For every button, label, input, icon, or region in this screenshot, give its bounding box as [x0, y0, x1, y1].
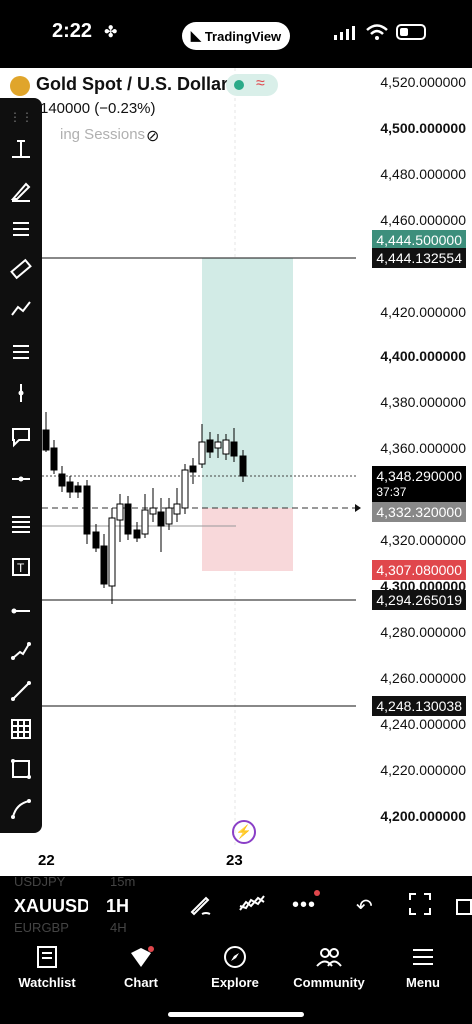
- rectangle-tool-icon[interactable]: [6, 754, 36, 784]
- callout-tool-icon[interactable]: [6, 422, 36, 452]
- green-dot-icon: [234, 80, 244, 90]
- tab-watchlist[interactable]: Watchlist: [0, 932, 94, 1002]
- tab-label: Explore: [211, 974, 259, 990]
- brush-tool-icon[interactable]: [6, 176, 36, 206]
- community-icon: [316, 947, 342, 967]
- cross-line-tool-icon[interactable]: [6, 134, 36, 164]
- svg-text:T: T: [17, 561, 25, 575]
- horizontal-ray-tool-icon[interactable]: [6, 464, 36, 494]
- grid-tool-icon[interactable]: [6, 714, 36, 744]
- eye-off-icon[interactable]: ⊘: [146, 126, 159, 146]
- tab-explore[interactable]: Explore: [188, 932, 282, 1002]
- brand-label: TradingView: [204, 28, 282, 44]
- fullscreen-icon[interactable]: [408, 892, 432, 921]
- entry-tag: 4,332.320000: [372, 502, 466, 522]
- symbol-title[interactable]: Gold Spot / U.S. Dollar: [36, 74, 228, 95]
- home-indicator: [168, 1012, 304, 1017]
- sessions-label: ing Sessions: [60, 126, 146, 143]
- price-label: 4,500.000000: [380, 120, 466, 136]
- horizontal-line-tool-icon[interactable]: [6, 596, 36, 626]
- price-label: 4,280.000000: [380, 624, 466, 640]
- share-icon[interactable]: [456, 892, 472, 921]
- fib-tool-icon[interactable]: [6, 336, 36, 366]
- time-label: 23: [226, 852, 243, 869]
- tab-label: Menu: [406, 974, 440, 990]
- vertical-line-tool-icon[interactable]: [6, 378, 36, 408]
- indicators-icon[interactable]: [238, 892, 266, 921]
- tab-menu[interactable]: Menu: [376, 932, 470, 1002]
- status-bar: 2:22 ✤ ◣ TradingView: [0, 0, 472, 68]
- countdown: 37:37: [376, 485, 407, 499]
- chart-canvas[interactable]: Gold Spot / U.S. Dollar ≈ 140000 (−0.23%…: [0, 68, 472, 876]
- stop-loss-tag: 4,307.080000: [372, 560, 466, 580]
- ghost-symbol: USDJPY: [14, 874, 66, 889]
- price-label: 4,200.000000: [380, 808, 466, 824]
- price-label: 4,400.000000: [380, 348, 466, 364]
- line-tag-mid: 4,294.265019: [372, 590, 466, 610]
- text-lines-tool-icon[interactable]: [6, 214, 36, 244]
- interval-selector[interactable]: 1H: [106, 896, 129, 917]
- ruler-tool-icon[interactable]: [6, 254, 36, 284]
- tab-label: Watchlist: [18, 974, 76, 990]
- price-label: 4,260.000000: [380, 670, 466, 686]
- line-tag-lower: 4,248.130038: [372, 696, 466, 716]
- trend-tool-icon[interactable]: [6, 294, 36, 324]
- wifi-icon: [366, 24, 388, 45]
- watchlist-icon: [37, 945, 57, 968]
- price-label: 4,460.000000: [380, 212, 466, 228]
- parallel-lines-tool-icon[interactable]: [6, 508, 36, 538]
- tradingview-pill[interactable]: ◣ TradingView: [182, 22, 290, 50]
- pen-icon[interactable]: [188, 892, 212, 921]
- gold-logo-icon: [10, 76, 30, 96]
- price-label: 4,360.000000: [380, 440, 466, 456]
- price-label: 4,520.000000: [380, 74, 466, 90]
- tab-label: Chart: [124, 974, 158, 990]
- signal-icon: [334, 26, 356, 40]
- clock: 2:22: [52, 20, 93, 42]
- more-icon[interactable]: •••: [292, 890, 321, 917]
- curve-tool-icon[interactable]: [6, 794, 36, 824]
- text-tool-icon[interactable]: T: [6, 552, 36, 582]
- chart-icon: [131, 945, 154, 967]
- line-tag-upper: 4,444.132554: [372, 248, 466, 268]
- time-label: 22: [38, 852, 55, 869]
- loss-zone: [202, 508, 293, 571]
- line-tool-icon[interactable]: [6, 676, 36, 706]
- drawing-toolbar: ⋮⋮ T: [0, 98, 42, 833]
- tradingview-logo-icon: ◣: [190, 28, 201, 43]
- tab-chart[interactable]: Chart: [94, 932, 188, 1002]
- compass-icon: [224, 945, 246, 968]
- price-label: 4,320.000000: [380, 532, 466, 548]
- price-label: 4,220.000000: [380, 762, 466, 778]
- menu-icon: [413, 948, 433, 965]
- lightning-icon[interactable]: ⚡: [232, 820, 256, 844]
- activity-icon: ✤: [104, 24, 118, 41]
- tab-community[interactable]: Community: [282, 932, 376, 1002]
- time-axis: 22 23: [0, 848, 472, 876]
- symbol-selector[interactable]: XAUUSD: [14, 896, 88, 917]
- symbol-bar: USDJPY 15m XAUUSD 1H EURGBP 4H ••• ↶: [0, 874, 472, 935]
- current-price-tag: 4,348.290000 37:37: [372, 466, 466, 502]
- indicator-toggle[interactable]: ≈: [226, 74, 278, 96]
- price-label: 4,380.000000: [380, 394, 466, 410]
- take-profit-tag: 4,444.500000: [372, 230, 466, 250]
- change-text: 140000 (−0.23%): [40, 100, 156, 117]
- path-tool-icon[interactable]: [6, 636, 36, 666]
- ghost-interval: 15m: [110, 874, 136, 889]
- price-label: 4,420.000000: [380, 304, 466, 320]
- current-price: 4,348.290000: [376, 468, 462, 484]
- tab-label: Community: [293, 974, 365, 990]
- price-label: 4,240.000000: [380, 716, 466, 732]
- wave-icon: ≈: [256, 75, 265, 92]
- bottom-tab-bar: Watchlist Chart Explore Community Menu: [0, 932, 472, 1024]
- battery-icon: [396, 24, 426, 40]
- drag-handle-icon[interactable]: ⋮⋮: [6, 102, 36, 132]
- price-label: 4,480.000000: [380, 166, 466, 182]
- profit-zone: [202, 258, 293, 508]
- undo-icon[interactable]: ↶: [356, 894, 373, 919]
